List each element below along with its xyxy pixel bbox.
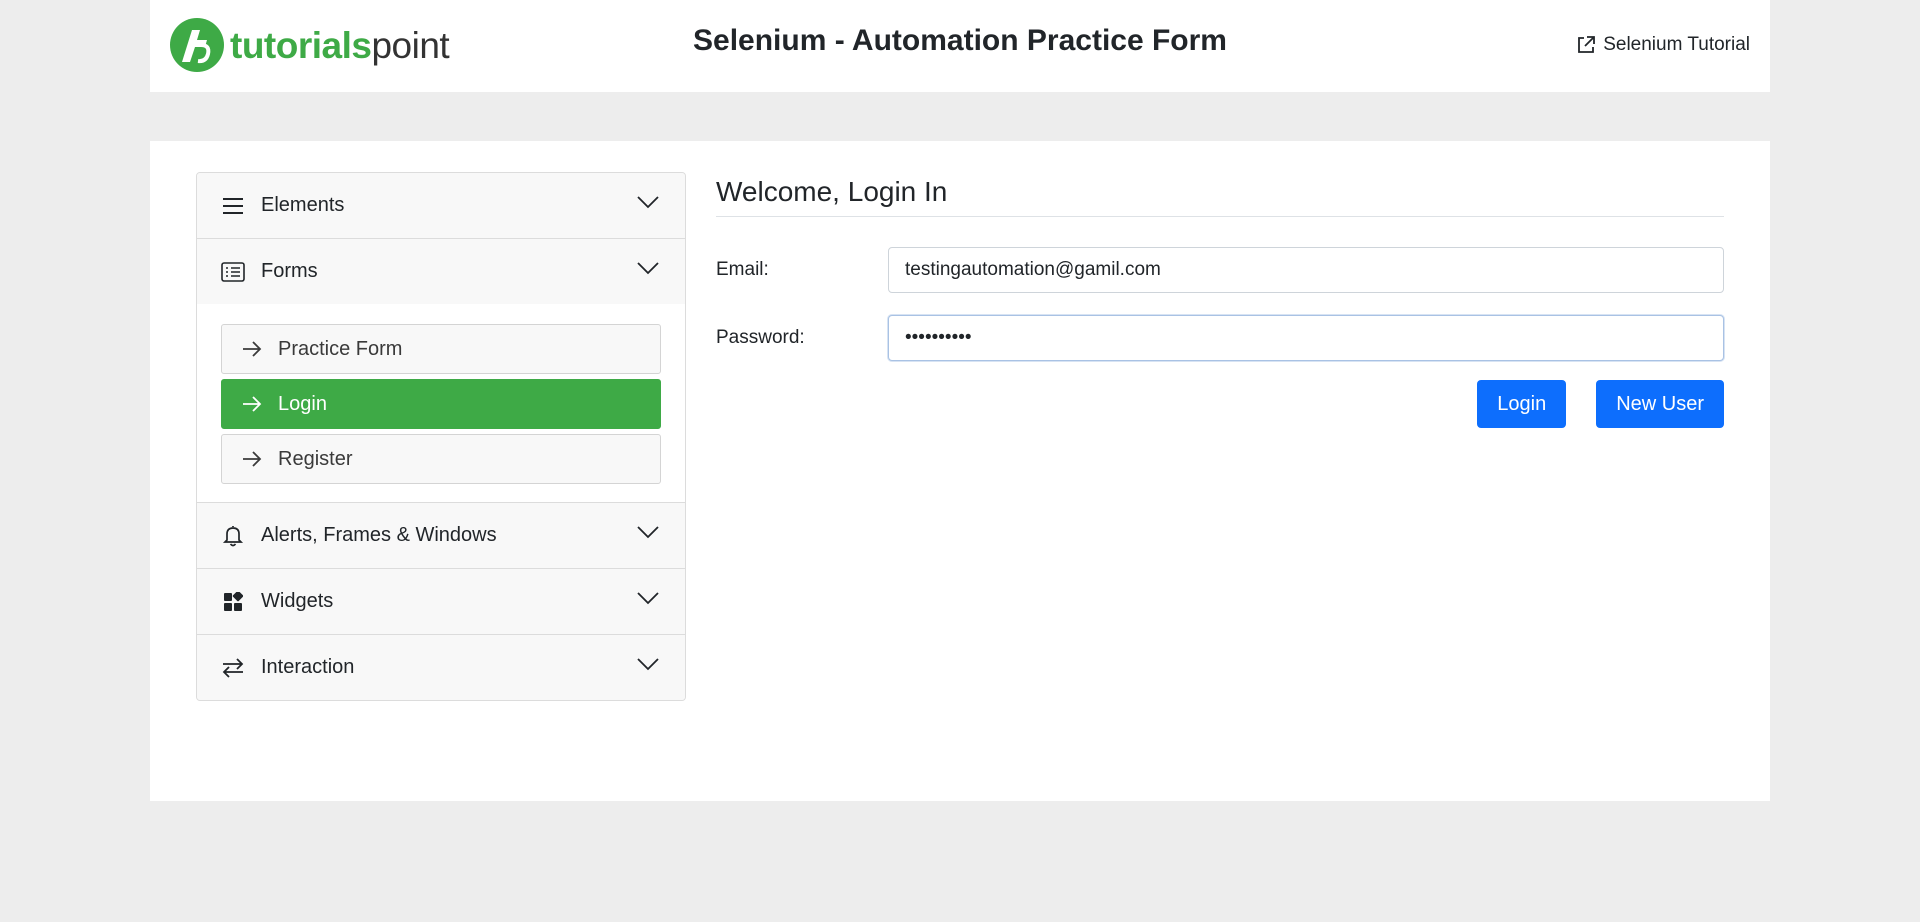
sidebar-item-practice-form[interactable]: Practice Form [221, 324, 661, 374]
widgets-icon [221, 590, 245, 614]
sidebar-section-label: Widgets [261, 590, 334, 612]
selenium-tutorial-link[interactable]: Selenium Tutorial [1575, 34, 1750, 56]
form-actions: Login New User [716, 380, 1724, 428]
arrow-right-icon [243, 341, 262, 357]
sidebar-section-widgets[interactable]: Widgets [197, 569, 685, 635]
sidebar-section-elements[interactable]: Elements [197, 173, 685, 239]
arrows-exchange-icon [221, 656, 245, 680]
top-header: tutorialspoint Selenium - Automation Pra… [150, 0, 1770, 92]
email-label: Email: [716, 259, 769, 280]
sidebar-item-login[interactable]: Login [221, 379, 661, 429]
sidebar-item-label: Practice Form [278, 337, 403, 360]
sidebar-section-forms[interactable]: Forms [197, 239, 685, 304]
email-field[interactable] [888, 247, 1724, 293]
forms-submenu: Practice Form Login Register [197, 304, 685, 503]
sidebar-section-label: Forms [261, 260, 318, 282]
sidebar-item-label: Login [278, 392, 327, 415]
new-user-button[interactable]: New User [1596, 380, 1724, 428]
sidebar-section-interaction[interactable]: Interaction [197, 635, 685, 700]
sidebar-item-label: Register [278, 447, 353, 470]
password-label: Password: [716, 327, 805, 348]
password-field[interactable] [888, 315, 1724, 361]
page-title: Selenium - Automation Practice Form [693, 24, 1227, 57]
login-button[interactable]: Login [1477, 380, 1567, 428]
sidebar-section-label: Interaction [261, 656, 355, 678]
sidebar-accordion: Elements Forms Practice Form Login Regis… [196, 172, 686, 701]
menu-icon [221, 194, 245, 218]
password-row: Password: [716, 315, 1724, 361]
email-row: Email: [716, 247, 1724, 293]
list-form-icon [221, 260, 245, 284]
selenium-tutorial-label: Selenium Tutorial [1603, 34, 1750, 55]
chevron-down-icon [637, 196, 659, 209]
bell-icon [221, 524, 245, 548]
sidebar-section-alerts-frames-windows[interactable]: Alerts, Frames & Windows [197, 503, 685, 569]
sidebar-item-register[interactable]: Register [221, 434, 661, 484]
main-card: Elements Forms Practice Form Login Regis… [150, 141, 1770, 801]
chevron-down-icon [637, 592, 659, 605]
sidebar-section-label: Alerts, Frames & Windows [261, 524, 497, 546]
login-panel: Welcome, Login In Email: Password: Login… [716, 172, 1724, 428]
arrow-right-icon [243, 451, 262, 467]
external-link-icon [1578, 36, 1596, 53]
chevron-down-icon [637, 658, 659, 671]
chevron-down-icon [637, 262, 659, 275]
chevron-down-icon [637, 526, 659, 539]
arrow-right-icon [243, 396, 262, 412]
login-heading: Welcome, Login In [716, 172, 1724, 217]
sidebar-section-label: Elements [261, 194, 345, 216]
